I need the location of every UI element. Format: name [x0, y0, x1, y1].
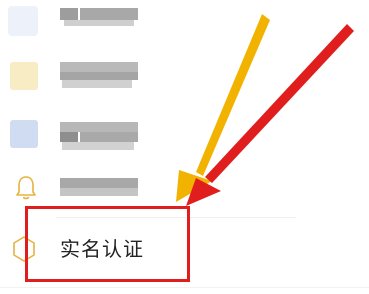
red-arrow [186, 24, 354, 206]
annotation-arrows [176, 14, 354, 206]
screen: 实名认证 [0, 0, 369, 294]
yellow-arrow [176, 14, 270, 202]
